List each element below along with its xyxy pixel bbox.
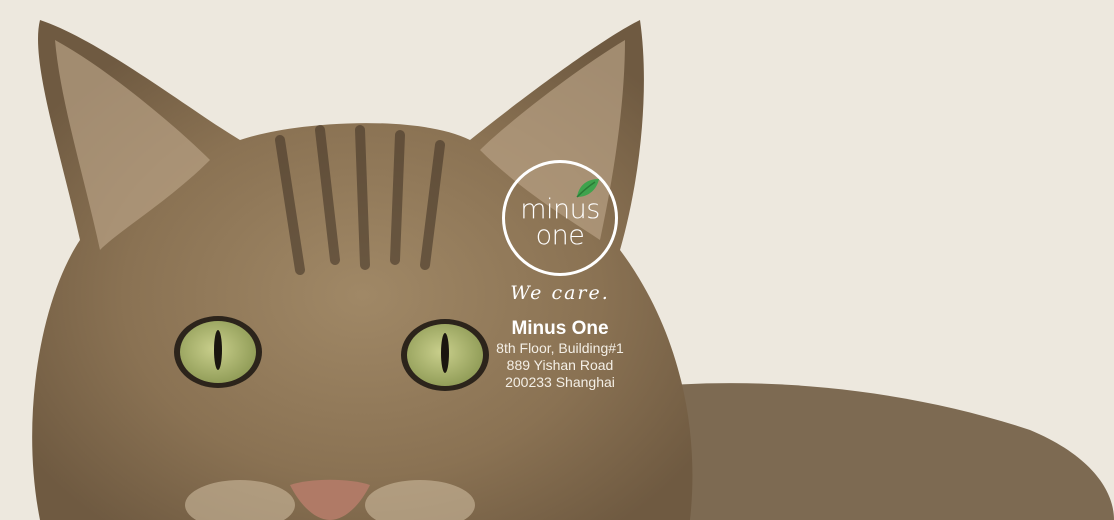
company-name: Minus One (511, 318, 609, 339)
address-line-1: 8th Floor, Building#1 (496, 340, 624, 356)
brand-block: minus one We care. Minus One 8th Floor, … (448, 160, 672, 391)
tagline: We care. (510, 282, 610, 304)
address-line-3: 200233 Shanghai (505, 374, 615, 390)
minus-one-logo[interactable]: minus one (502, 160, 618, 276)
logo-word-bottom: one (535, 220, 585, 251)
address-line-2: 889 Yishan Road (506, 357, 614, 373)
